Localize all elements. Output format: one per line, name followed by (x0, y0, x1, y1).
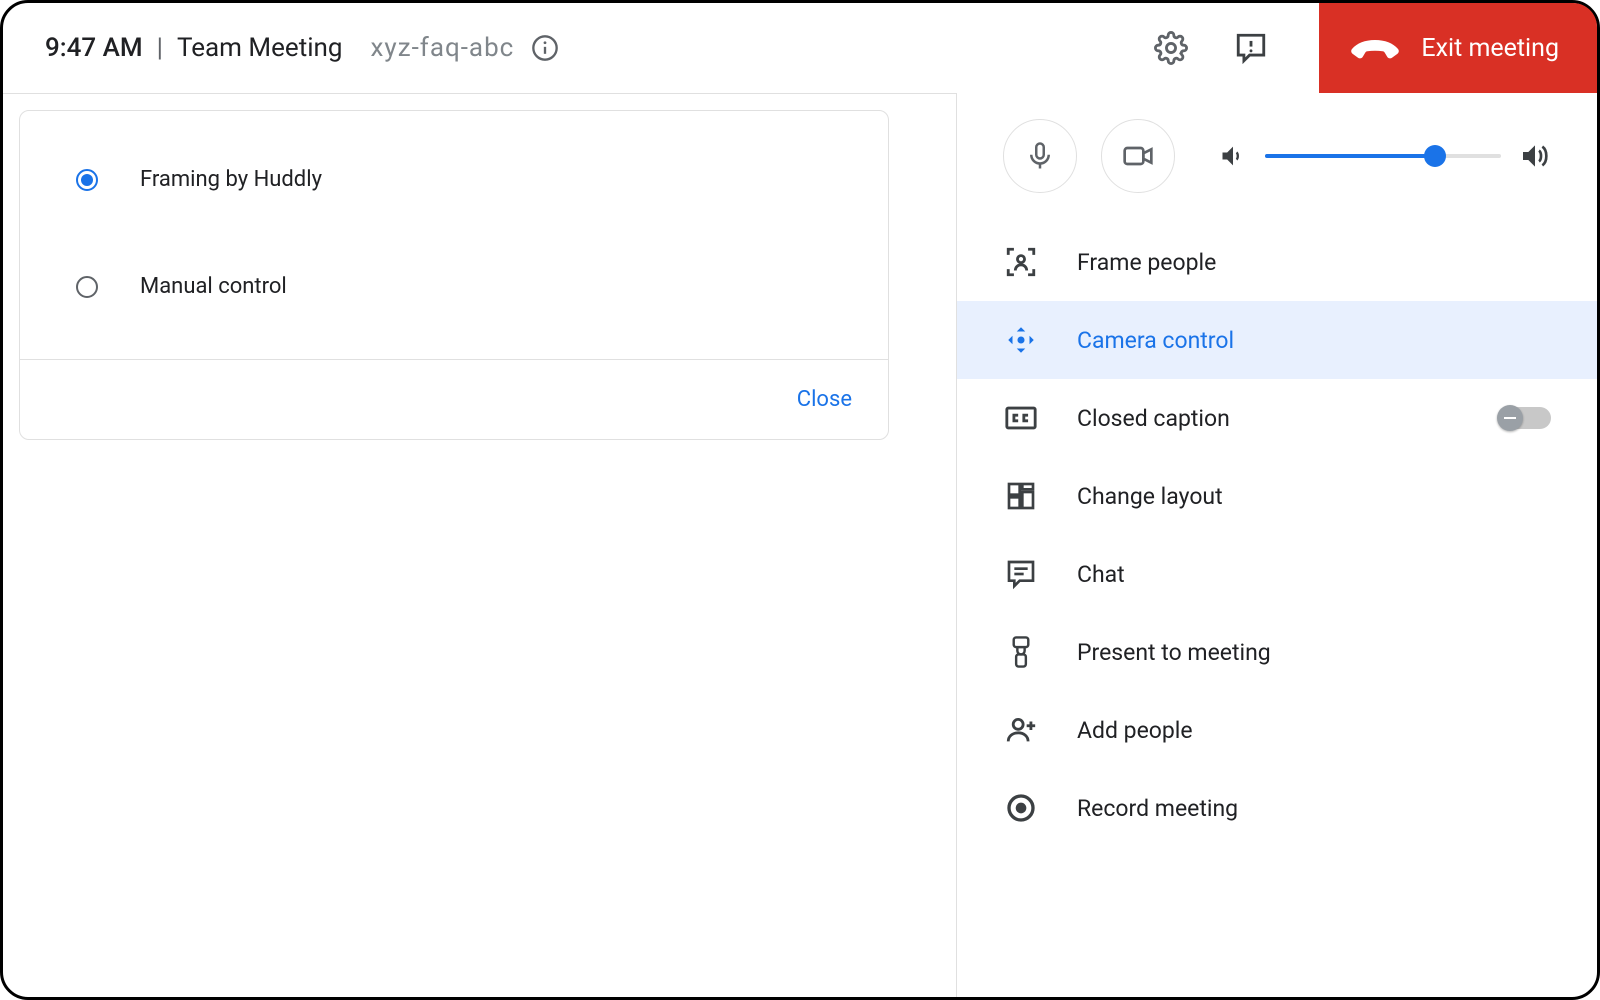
menu-item-camera-control[interactable]: Camera control (957, 301, 1597, 379)
volume-low-icon (1219, 142, 1247, 170)
separator: | (157, 33, 163, 63)
header-actions: Exit meeting (1149, 3, 1597, 93)
info-button[interactable] (530, 33, 560, 63)
mic-icon (1025, 141, 1055, 171)
meeting-title: Team Meeting (177, 33, 343, 63)
radio-option-manual[interactable]: Manual control (76, 254, 832, 319)
feedback-button[interactable] (1229, 26, 1273, 70)
mic-toggle-button[interactable] (1003, 119, 1077, 193)
layout-icon (1005, 480, 1037, 512)
close-button[interactable]: Close (797, 387, 852, 412)
clock-time: 9:47 AM (45, 33, 143, 63)
chat-icon (1005, 558, 1037, 590)
exit-meeting-button[interactable]: Exit meeting (1319, 3, 1597, 93)
menu-item-frame-people[interactable]: Frame people (957, 223, 1597, 301)
volume-thumb[interactable] (1424, 145, 1446, 167)
frame-people-icon (1004, 245, 1038, 279)
volume-fill (1265, 154, 1435, 158)
menu-label: Record meeting (1077, 795, 1238, 822)
av-controls (957, 119, 1597, 223)
volume-slider[interactable] (1265, 154, 1501, 158)
menu-label: Add people (1077, 717, 1193, 744)
menu-label: Chat (1077, 561, 1125, 588)
menu-label: Change layout (1077, 483, 1223, 510)
feedback-icon (1234, 31, 1268, 65)
menu-label: Closed caption (1077, 405, 1230, 432)
radio-option-huddly[interactable]: Framing by Huddly (76, 147, 832, 212)
radio-indicator (76, 169, 98, 191)
menu-item-present[interactable]: Present to meeting (957, 613, 1597, 691)
meeting-code: xyz-faq-abc (371, 33, 515, 63)
videocam-icon (1122, 140, 1154, 172)
menu-label: Present to meeting (1077, 639, 1271, 666)
add-people-icon (1004, 713, 1038, 747)
radio-label: Framing by Huddly (140, 167, 322, 192)
radio-label: Manual control (140, 274, 287, 299)
camera-control-icon (1004, 323, 1038, 357)
camera-control-card: Framing by Huddly Manual control Close (19, 110, 889, 440)
header-bar: 9:47 AM | Team Meeting xyz-faq-abc Exit … (3, 3, 1597, 93)
action-menu: Frame people Camera control Closed capti… (957, 223, 1597, 847)
radio-indicator (76, 276, 98, 298)
side-panel: Frame people Camera control Closed capti… (957, 93, 1597, 997)
menu-item-add-people[interactable]: Add people (957, 691, 1597, 769)
main-area: Framing by Huddly Manual control Close (3, 93, 957, 997)
menu-label: Camera control (1077, 327, 1234, 354)
closed-caption-icon (1004, 401, 1038, 435)
menu-label: Frame people (1077, 249, 1216, 276)
exit-label: Exit meeting (1421, 34, 1559, 63)
camera-toggle-button[interactable] (1101, 119, 1175, 193)
volume-high-icon (1519, 140, 1551, 172)
settings-button[interactable] (1149, 26, 1193, 70)
gear-icon (1154, 31, 1188, 65)
menu-item-chat[interactable]: Chat (957, 535, 1597, 613)
info-icon (531, 34, 559, 62)
menu-item-change-layout[interactable]: Change layout (957, 457, 1597, 535)
cc-toggle[interactable] (1499, 407, 1551, 429)
present-icon (1006, 635, 1036, 669)
menu-item-record[interactable]: Record meeting (957, 769, 1597, 847)
record-icon (1005, 792, 1037, 824)
menu-item-closed-caption[interactable]: Closed caption (957, 379, 1597, 457)
hangup-icon (1349, 34, 1401, 62)
